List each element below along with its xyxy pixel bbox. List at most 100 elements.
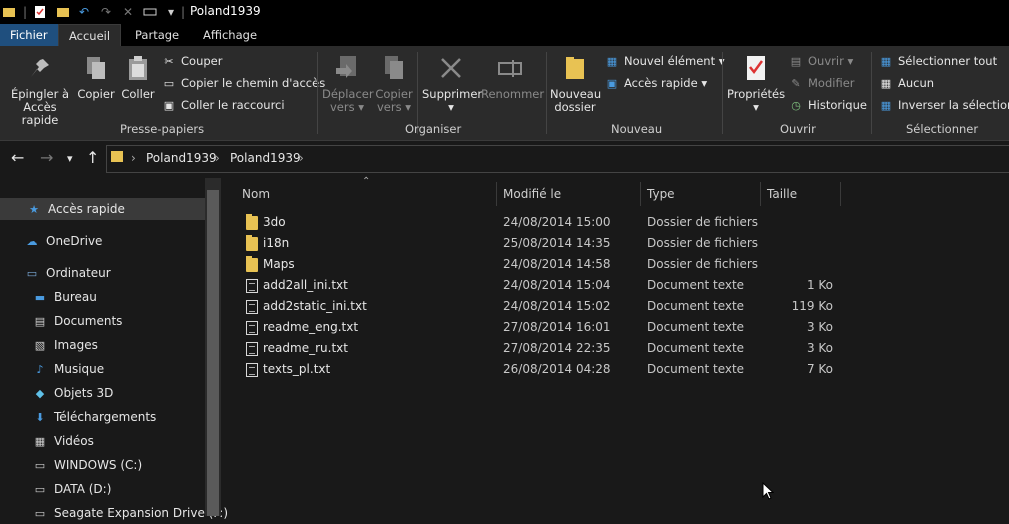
rename-quick-icon[interactable] [143, 4, 157, 19]
folder-icon [2, 4, 16, 19]
easy-access-label: Accès rapide [624, 76, 698, 90]
copy-to-button[interactable]: Copier vers ▾ [374, 52, 414, 114]
select-all-button[interactable]: ▦ Sélectionner tout [879, 52, 997, 70]
sidebar-item-images[interactable]: ▧ Images [32, 334, 98, 356]
sidebar-item-quick-access[interactable]: ★ Accès rapide [0, 198, 205, 220]
paste-button[interactable]: Coller [118, 52, 158, 101]
sidebar-item-downloads[interactable]: ⬇ Téléchargements [32, 406, 156, 428]
sidebar-item-drive-f[interactable]: ▭ Seagate Expansion Drive (F:) [32, 502, 228, 524]
history-icon: ◷ [791, 98, 801, 112]
file-type: Document texte [647, 278, 745, 292]
cube-icon: ◆ [35, 386, 45, 400]
cut-label: Couper [181, 54, 223, 68]
pin-quick-access-button[interactable]: Épingler à Accès rapide [4, 52, 76, 127]
copy-icon [80, 52, 112, 84]
new-folder-label-line2: dossier [554, 100, 596, 114]
properties-quick-icon[interactable] [33, 4, 47, 19]
back-arrow-icon[interactable]: ← [11, 148, 24, 167]
column-header-name[interactable]: Nom [236, 182, 497, 206]
properties-icon [740, 52, 772, 84]
breadcrumb-poland1939-current[interactable]: Poland1939 [230, 151, 301, 165]
file-row[interactable]: readme_ru.txt 27/08/2014 22:35 Document … [238, 338, 838, 359]
paste-shortcut-button[interactable]: ▣ Coller le raccourci [162, 96, 285, 114]
cut-button[interactable]: ✂ Couper [162, 52, 222, 70]
file-row[interactable]: add2static_ini.txt 24/08/2014 15:02 Docu… [238, 296, 838, 317]
breadcrumb-chevron-icon[interactable]: › [299, 151, 304, 165]
file-modified: 24/08/2014 15:04 [503, 278, 611, 292]
new-folder-quick-icon[interactable] [56, 4, 70, 19]
rename-button[interactable]: Renommer [481, 52, 544, 101]
delete-quick-icon[interactable]: ✕ [121, 4, 135, 19]
tab-accueil[interactable]: Accueil [58, 24, 122, 47]
copy-path-button[interactable]: ▭ Copier le chemin d'accès [162, 74, 325, 92]
easy-access-button[interactable]: ▣ Accès rapide ▾ [605, 74, 707, 92]
file-row[interactable]: i18n 25/08/2014 14:35 Dossier de fichier… [238, 233, 838, 254]
copy-path-label: Copier le chemin d'accès [181, 76, 326, 90]
file-row[interactable]: Maps 24/08/2014 14:58 Dossier de fichier… [238, 254, 838, 275]
folder-icon [246, 235, 258, 251]
sidebar-item-documents[interactable]: ▤ Documents [32, 310, 123, 332]
ribbon-divider [871, 52, 872, 134]
file-name: Maps [263, 257, 295, 271]
shortcut-icon: ▣ [163, 98, 175, 112]
breadcrumb-chevron-icon[interactable]: › [215, 151, 220, 165]
file-type: Document texte [647, 299, 745, 313]
history-label: Historique [808, 98, 867, 112]
select-none-button[interactable]: ▦ Aucun [879, 74, 934, 92]
sidebar-item-label: OneDrive [46, 234, 103, 248]
column-header-size[interactable]: Taille [761, 182, 841, 206]
file-name: readme_ru.txt [263, 341, 348, 355]
file-row[interactable]: texts_pl.txt 26/08/2014 04:28 Document t… [238, 359, 838, 380]
breadcrumb-poland1939-root[interactable]: Poland1939 [146, 151, 217, 165]
file-type: Dossier de fichiers [647, 236, 759, 250]
sidebar-item-onedrive[interactable]: ☁ OneDrive [24, 230, 103, 252]
file-name: texts_pl.txt [263, 362, 331, 376]
window-title: Poland1939 [190, 4, 261, 18]
tab-fichier[interactable]: Fichier [0, 24, 58, 46]
delete-button[interactable]: Supprimer ▾ [422, 52, 482, 114]
undo-icon[interactable]: ↶ [77, 4, 91, 19]
separator-icon: | [22, 4, 28, 19]
file-row[interactable]: add2all_ini.txt 24/08/2014 15:04 Documen… [238, 275, 838, 296]
copy-button[interactable]: Copier [76, 52, 116, 101]
tab-partage[interactable]: Partage [125, 24, 189, 46]
sidebar-item-computer[interactable]: ▭ Ordinateur [24, 262, 111, 284]
file-row[interactable]: 3do 24/08/2014 15:00 Dossier de fichiers [238, 212, 838, 233]
sidebar-item-drive-d[interactable]: ▭ DATA (D:) [32, 478, 112, 500]
open-label: Ouvrir [808, 54, 844, 68]
forward-arrow-icon[interactable]: → [40, 148, 53, 167]
open-button[interactable]: ▤ Ouvrir ▾ [789, 52, 853, 70]
edit-button[interactable]: ✎ Modifier [789, 74, 854, 92]
up-arrow-icon[interactable]: ↑ [86, 148, 99, 167]
file-modified: 24/08/2014 15:02 [503, 299, 611, 313]
desktop-icon: ▬ [34, 290, 46, 304]
sidebar-item-desktop[interactable]: ▬ Bureau [32, 286, 97, 308]
tab-affichage[interactable]: Affichage [193, 24, 267, 46]
properties-button[interactable]: Propriétés ▾ [727, 52, 785, 114]
move-to-button[interactable]: Déplacer vers ▾ [322, 52, 374, 114]
new-folder-button[interactable]: Nouveau dossier [550, 52, 601, 114]
invert-selection-icon: ▦ [880, 98, 892, 112]
file-row[interactable]: readme_eng.txt 27/08/2014 16:01 Document… [238, 317, 838, 338]
sidebar-item-videos[interactable]: ▦ Vidéos [32, 430, 94, 452]
open-icon: ▤ [790, 54, 802, 68]
history-button[interactable]: ◷ Historique [789, 96, 867, 114]
column-header-modified[interactable]: Modifié le [497, 182, 641, 206]
column-header-type[interactable]: Type [641, 182, 761, 206]
file-type: Document texte [647, 362, 745, 376]
scrollbar-thumb[interactable] [207, 190, 219, 516]
sidebar-item-music[interactable]: ♪ Musique [32, 358, 104, 380]
new-item-button[interactable]: ▦ Nouvel élément ▾ [605, 52, 725, 70]
select-none-icon: ▦ [880, 76, 892, 90]
invert-selection-button[interactable]: ▦ Inverser la sélection [879, 96, 1009, 114]
redo-icon[interactable]: ↷ [99, 4, 113, 19]
text-file-icon [246, 342, 258, 356]
sidebar-item-drive-c[interactable]: ▭ WINDOWS (C:) [32, 454, 142, 476]
ribbon: Épingler à Accès rapide Copier Coller ✂ C… [0, 46, 1009, 141]
move-to-icon [331, 52, 363, 84]
edit-icon: ✎ [791, 76, 801, 90]
recent-locations-chevron-icon[interactable]: ▾ [67, 152, 73, 165]
navigation-pane: ★ Accès rapide ☁ OneDrive ▭ Ordinateur ▬ Bur… [0, 178, 228, 520]
sidebar-item-3d-objects[interactable]: ◆ Objets 3D [32, 382, 114, 404]
breadcrumb-chevron-icon[interactable]: › [131, 151, 136, 165]
